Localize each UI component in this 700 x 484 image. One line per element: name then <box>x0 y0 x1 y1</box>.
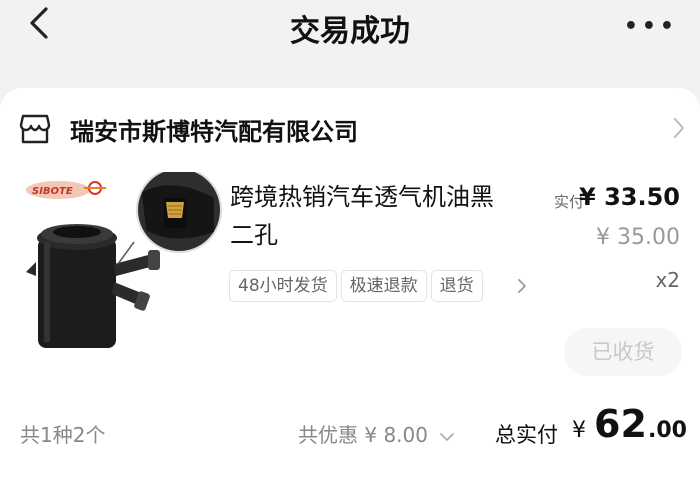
discount-text: 共优惠 ¥ 8.00 <box>298 423 428 447</box>
total-amount-decimal: .00 <box>648 418 687 443</box>
shop-name[interactable]: 瑞安市斯博特汽配有限公司 <box>70 112 358 147</box>
total-amount-integer: 62 <box>594 402 647 446</box>
order-card: 瑞安市斯博特汽配有限公司 SIBOTE 跨境热销汽车透气机油黑 二孔 实付 ¥ … <box>0 88 700 484</box>
product-name[interactable]: 跨境热销汽车透气机油黑 二孔 <box>230 178 520 254</box>
more-dots-icon[interactable]: ••• <box>624 16 678 38</box>
item-count: 共1种2个 <box>20 423 106 447</box>
total-label: 总实付 <box>495 423 558 447</box>
paid-price: ¥ 33.50 <box>579 183 680 211</box>
discount-summary[interactable]: 共优惠 ¥ 8.00 <box>298 419 455 448</box>
chevron-down-icon[interactable] <box>440 432 455 442</box>
tag-return: 退货 <box>430 270 483 302</box>
received-button[interactable]: 已收货 <box>564 328 682 376</box>
tag-refund: 极速退款 <box>340 270 427 302</box>
top-bar: 交易成功 ••• <box>0 0 700 64</box>
product-image[interactable]: SIBOTE <box>14 172 222 364</box>
quantity: x2 <box>655 268 680 292</box>
chevron-right-icon[interactable] <box>672 116 686 140</box>
chevron-right-icon[interactable] <box>517 278 527 294</box>
tag-shipping: 48小时发货 <box>229 270 337 302</box>
svg-text:SIBOTE: SIBOTE <box>32 186 73 197</box>
page-title: 交易成功 <box>290 14 410 49</box>
original-price: ¥ 35.00 <box>596 225 680 250</box>
service-tags[interactable]: 48小时发货 极速退款 退货 <box>229 270 531 304</box>
shop-icon <box>19 114 51 144</box>
total-currency: ¥ <box>572 418 586 443</box>
